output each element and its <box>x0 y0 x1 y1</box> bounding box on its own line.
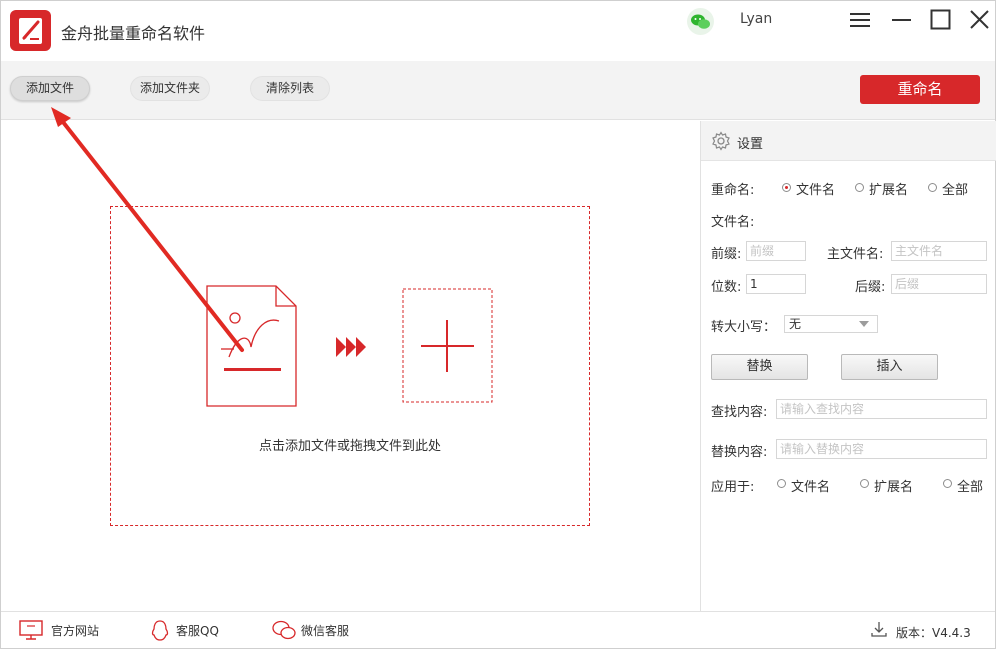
wechat-service-link[interactable]: 微信客服 <box>301 622 349 639</box>
chevron-down-icon <box>859 321 869 327</box>
rename-all-option[interactable]: 全部 <box>942 179 968 198</box>
apply-filename-option[interactable]: 文件名 <box>791 476 830 495</box>
case-select-value: 无 <box>789 317 802 331</box>
add-folder-button[interactable]: 添加文件夹 <box>130 76 210 101</box>
digits-input[interactable] <box>746 274 806 294</box>
app-window: 金舟批量重命名软件 Lyan 添加文件 添加文件夹 清除列表 重命名 点击添加文… <box>0 0 996 649</box>
apply-filename-radio[interactable] <box>777 479 786 488</box>
app-logo <box>10 10 51 51</box>
wechat-icon[interactable] <box>687 8 714 35</box>
filename-section-label: 文件名: <box>711 215 755 230</box>
find-input[interactable] <box>776 399 987 419</box>
qq-icon[interactable] <box>151 620 169 646</box>
settings-header: 设置 <box>701 121 996 161</box>
footer-bar: 官方网站 客服QQ 微信客服 版本：V4.4.3 <box>1 611 995 648</box>
drop-illustration <box>206 285 493 407</box>
replace-content-label: 替换内容: <box>711 445 768 460</box>
apply-extension-radio[interactable] <box>860 479 869 488</box>
insert-mode-button[interactable]: 插入 <box>841 354 938 380</box>
rename-extension-option[interactable]: 扩展名 <box>869 179 908 198</box>
settings-panel: 设置 重命名: 文件名 扩展名 全部 文件名: 前缀: 主文件名: 位数: 后缀… <box>700 121 996 611</box>
rename-filename-option[interactable]: 文件名 <box>796 179 835 198</box>
case-select[interactable]: 无 <box>784 315 878 333</box>
apply-all-radio[interactable] <box>943 479 952 488</box>
replace-mode-button[interactable]: 替换 <box>711 354 808 380</box>
customer-service-qq-link[interactable]: 客服QQ <box>176 622 219 639</box>
rename-filename-radio[interactable] <box>782 183 791 192</box>
add-file-button[interactable]: 添加文件 <box>10 76 90 101</box>
file-drop-zone[interactable]: 点击添加文件或拖拽文件到此处 <box>110 206 590 526</box>
case-label: 转大小写： <box>711 320 777 335</box>
version-label: 版本：V4.4.3 <box>896 626 971 640</box>
toolbar: 添加文件 添加文件夹 清除列表 重命名 <box>1 61 995 120</box>
find-label: 查找内容: <box>711 405 768 420</box>
apply-all-option[interactable]: 全部 <box>957 476 983 495</box>
prefix-input[interactable] <box>746 241 806 261</box>
apply-to-label: 应用于: <box>711 480 755 495</box>
main-name-label: 主文件名: <box>827 247 884 262</box>
apply-extension-option[interactable]: 扩展名 <box>874 476 913 495</box>
digits-label: 位数: <box>711 280 742 295</box>
title-bar: 金舟批量重命名软件 Lyan <box>1 1 995 61</box>
prefix-label: 前缀: <box>711 247 742 262</box>
update-icon[interactable] <box>871 621 887 641</box>
menu-icon[interactable] <box>849 9 871 31</box>
maximize-icon[interactable] <box>930 9 952 31</box>
minimize-icon[interactable] <box>891 9 913 31</box>
suffix-label: 后缀: <box>855 280 886 295</box>
app-title: 金舟批量重命名软件 <box>61 24 206 43</box>
clear-list-button[interactable]: 清除列表 <box>250 76 330 101</box>
rename-extension-radio[interactable] <box>855 183 864 192</box>
official-website-link[interactable]: 官方网站 <box>51 622 99 639</box>
settings-title: 设置 <box>737 137 764 152</box>
user-name[interactable]: Lyan <box>740 11 772 27</box>
rename-button[interactable]: 重命名 <box>860 75 980 104</box>
monitor-icon[interactable] <box>19 620 43 644</box>
wechat-service-icon[interactable] <box>271 620 297 644</box>
close-icon[interactable] <box>969 9 991 31</box>
suffix-input[interactable] <box>891 274 987 294</box>
gear-icon <box>712 131 730 151</box>
rename-all-radio[interactable] <box>928 183 937 192</box>
replace-input[interactable] <box>776 439 987 459</box>
drop-hint-text: 点击添加文件或拖拽文件到此处 <box>258 439 441 454</box>
rename-target-label: 重命名: <box>711 183 755 198</box>
main-name-input[interactable] <box>891 241 987 261</box>
